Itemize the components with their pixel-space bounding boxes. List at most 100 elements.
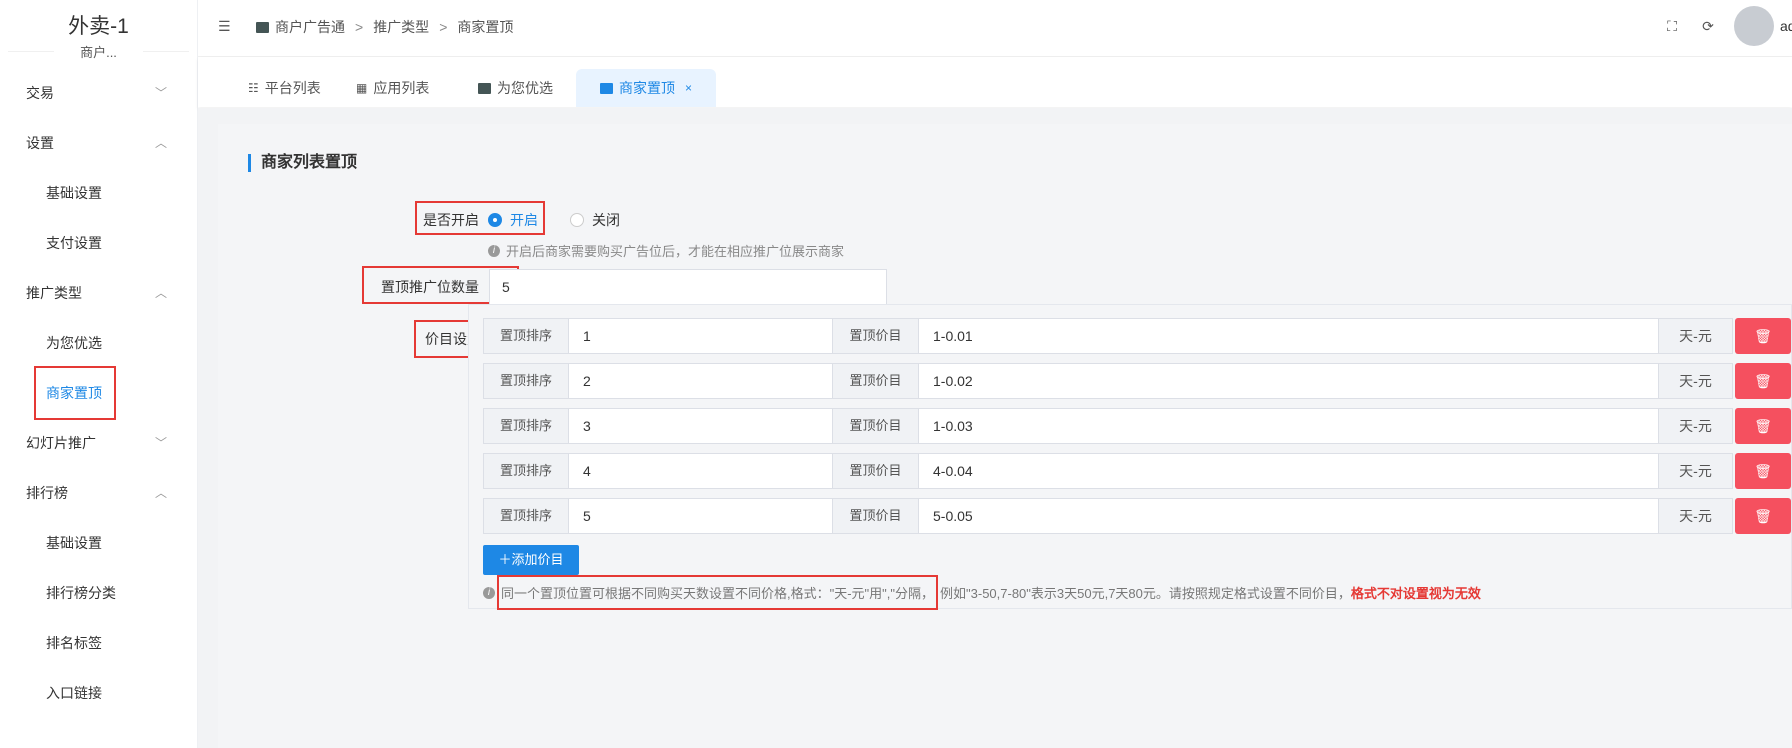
sidebar-item-label: 支付设置 bbox=[46, 235, 102, 251]
price-input[interactable]: 1-0.02 bbox=[919, 363, 1659, 399]
brand-title: 外卖-1 bbox=[68, 15, 129, 38]
breadcrumb-item: 商家置顶 bbox=[457, 19, 514, 35]
sidebar-item-payment-settings[interactable]: 支付设置 bbox=[0, 218, 197, 268]
price-row: 置顶排序 5 置顶价目 5-0.05 天-元 🗑 bbox=[483, 498, 1791, 534]
monitor-icon bbox=[478, 82, 491, 94]
sidebar-item-label: 推广类型 bbox=[26, 285, 82, 301]
price-input[interactable]: 1-0.03 bbox=[919, 408, 1659, 444]
chevron-up-icon: ︿ bbox=[154, 286, 167, 300]
delete-button[interactable]: 🗑 bbox=[1735, 498, 1791, 534]
close-icon[interactable]: × bbox=[685, 69, 692, 107]
chevron-up-icon: ︿ bbox=[154, 486, 167, 500]
price-label: 置顶价目 bbox=[833, 363, 919, 399]
sidebar-item-recommended[interactable]: 为您优选 bbox=[0, 318, 197, 368]
tab-app-list[interactable]: ▦ 应用列表 bbox=[356, 69, 429, 107]
sort-input[interactable]: 1 bbox=[569, 318, 833, 354]
count-label: 置顶推广位数量 bbox=[381, 279, 479, 295]
trash-icon: 🗑 bbox=[1754, 462, 1772, 479]
radio-enable-on[interactable]: 开启 bbox=[488, 210, 538, 230]
sort-input[interactable]: 5 bbox=[569, 498, 833, 534]
price-note: i 同一个置顶位置可根据不同购买天数设置不同价格,格式："天-元"用","分隔，… bbox=[483, 575, 1481, 610]
fullscreen-icon[interactable]: ⛶ bbox=[1662, 16, 1682, 36]
sidebar-item-label: 为您优选 bbox=[46, 335, 102, 351]
chevron-up-icon: ︿ bbox=[154, 136, 167, 150]
sidebar-item-trade[interactable]: 交易 ﹀ bbox=[0, 68, 197, 118]
username[interactable]: admin bbox=[1780, 18, 1792, 34]
sidebar-item-settings[interactable]: 设置 ︿ bbox=[0, 118, 197, 168]
sidebar-item-ranking[interactable]: 排行榜 ︿ bbox=[0, 468, 197, 518]
price-input[interactable]: 1-0.01 bbox=[919, 318, 1659, 354]
sidebar-item-label: 交易 bbox=[26, 85, 54, 101]
avatar[interactable] bbox=[1734, 6, 1774, 46]
grid-icon: ▦ bbox=[356, 81, 368, 95]
note-highlighted: 同一个置顶位置可根据不同购买天数设置不同价格,格式："天-元"用","分隔， bbox=[497, 575, 939, 610]
trash-icon: 🗑 bbox=[1754, 327, 1772, 344]
price-input[interactable]: 4-0.04 bbox=[919, 453, 1659, 489]
note-example: 例如"3-50,7-80"表示3天50元,7天80元。请按照规定格式设置不同价目… bbox=[940, 586, 1351, 601]
price-input[interactable]: 5-0.05 bbox=[919, 498, 1659, 534]
highlight-box bbox=[497, 575, 939, 610]
delete-button[interactable]: 🗑 bbox=[1735, 363, 1791, 399]
tab-merchant-top[interactable]: 商家置顶 × bbox=[576, 69, 717, 107]
price-suffix: 天-元 bbox=[1659, 408, 1733, 444]
brand: 外卖-1 商户... bbox=[0, 0, 197, 68]
highlight-box bbox=[34, 366, 116, 420]
sidebar-item-ranking-tags[interactable]: 排名标签 bbox=[0, 618, 197, 668]
sidebar-item-label: 基础设置 bbox=[46, 185, 102, 201]
section-title: 商家列表置顶 bbox=[248, 154, 357, 172]
monitor-icon bbox=[600, 82, 613, 94]
radio-checked-icon bbox=[488, 213, 502, 227]
sidebar-item-label: 入口链接 bbox=[46, 685, 102, 701]
enable-label: 是否开启 bbox=[423, 212, 479, 228]
delete-button[interactable]: 🗑 bbox=[1735, 318, 1791, 354]
sidebar-item-ranking-basic[interactable]: 基础设置 bbox=[0, 518, 197, 568]
monitor-icon bbox=[256, 21, 269, 33]
sidebar-item-label: 基础设置 bbox=[46, 535, 102, 551]
note-warning: 格式不对设置视为无效 bbox=[1350, 586, 1481, 601]
info-icon: i bbox=[488, 244, 500, 257]
tab-platform-list[interactable]: ☷ 平台列表 bbox=[248, 69, 321, 107]
sidebar-item-basic-settings[interactable]: 基础设置 bbox=[0, 168, 197, 218]
breadcrumb-separator: > bbox=[355, 19, 364, 35]
delete-button[interactable]: 🗑 bbox=[1735, 408, 1791, 444]
sidebar-item-ranking-category[interactable]: 排行榜分类 bbox=[0, 568, 197, 618]
breadcrumb-item[interactable]: 商户广告通 bbox=[256, 17, 345, 37]
sidebar-item-entry-link[interactable]: 入口链接 bbox=[0, 668, 197, 718]
trash-icon: 🗑 bbox=[1754, 507, 1772, 524]
main-content: 商家列表置顶 是否开启 开启 关闭 i 开启后商家需要购买广告位后，才能在相应推广… bbox=[198, 108, 1792, 748]
count-input[interactable]: 5 bbox=[489, 269, 887, 305]
breadcrumb-item[interactable]: 推广类型 bbox=[373, 17, 429, 37]
tab-recommended[interactable]: 为您优选 bbox=[478, 69, 553, 107]
enable-hint: i 开启后商家需要购买广告位后，才能在相应推广位展示商家 bbox=[488, 241, 844, 260]
sort-input[interactable]: 4 bbox=[569, 453, 833, 489]
price-suffix: 天-元 bbox=[1659, 498, 1733, 534]
sort-input[interactable]: 3 bbox=[569, 408, 833, 444]
sort-input[interactable]: 2 bbox=[569, 363, 833, 399]
sidebar-item-slideshow[interactable]: 幻灯片推广 ﹀ bbox=[0, 418, 197, 468]
sidebar-item-promo-types[interactable]: 推广类型 ︿ bbox=[0, 268, 197, 318]
price-label: 置顶价目 bbox=[833, 318, 919, 354]
sidebar-item-label: 排名标签 bbox=[46, 635, 102, 651]
price-row: 置顶排序 1 置顶价目 1-0.01 天-元 🗑 bbox=[483, 318, 1791, 354]
trash-icon: 🗑 bbox=[1754, 372, 1772, 389]
radio-enable-off[interactable]: 关闭 bbox=[570, 210, 620, 230]
price-list-box: 置顶排序 1 置顶价目 1-0.01 天-元 🗑 置顶排序 2 置顶价目 1-0… bbox=[468, 304, 1792, 610]
delete-button[interactable]: 🗑 bbox=[1735, 453, 1791, 489]
price-label: 置顶价目 bbox=[833, 408, 919, 444]
sort-label: 置顶排序 bbox=[483, 498, 569, 534]
sidebar-item-merchant-top[interactable]: 商家置顶 bbox=[0, 366, 197, 420]
brand-subtitle: 商户... bbox=[0, 42, 197, 61]
refresh-icon[interactable]: ⟳ bbox=[1698, 16, 1718, 36]
price-row: 置顶排序 4 置顶价目 4-0.04 天-元 🗑 bbox=[483, 453, 1791, 489]
breadcrumb-separator: > bbox=[439, 19, 448, 35]
add-price-button[interactable]: ＋添加价目 bbox=[483, 545, 579, 575]
menu-fold-icon[interactable]: ☰ bbox=[218, 18, 231, 35]
sidebar-item-label: 幻灯片推广 bbox=[26, 435, 96, 451]
tab-bar: ☷ 平台列表 ▦ 应用列表 为您优选 商家置顶 × bbox=[198, 57, 1792, 107]
price-row: 置顶排序 3 置顶价目 1-0.03 天-元 🗑 bbox=[483, 408, 1791, 444]
trash-icon: 🗑 bbox=[1754, 417, 1772, 434]
sort-label: 置顶排序 bbox=[483, 408, 569, 444]
price-suffix: 天-元 bbox=[1659, 453, 1733, 489]
sidebar-menu: 交易 ﹀ 设置 ︿ 基础设置 支付设置 推广类型 ︿ 为您优选 商家置顶 幻灯片推广 ﹀… bbox=[0, 68, 197, 718]
radio-unchecked-icon bbox=[570, 213, 584, 227]
